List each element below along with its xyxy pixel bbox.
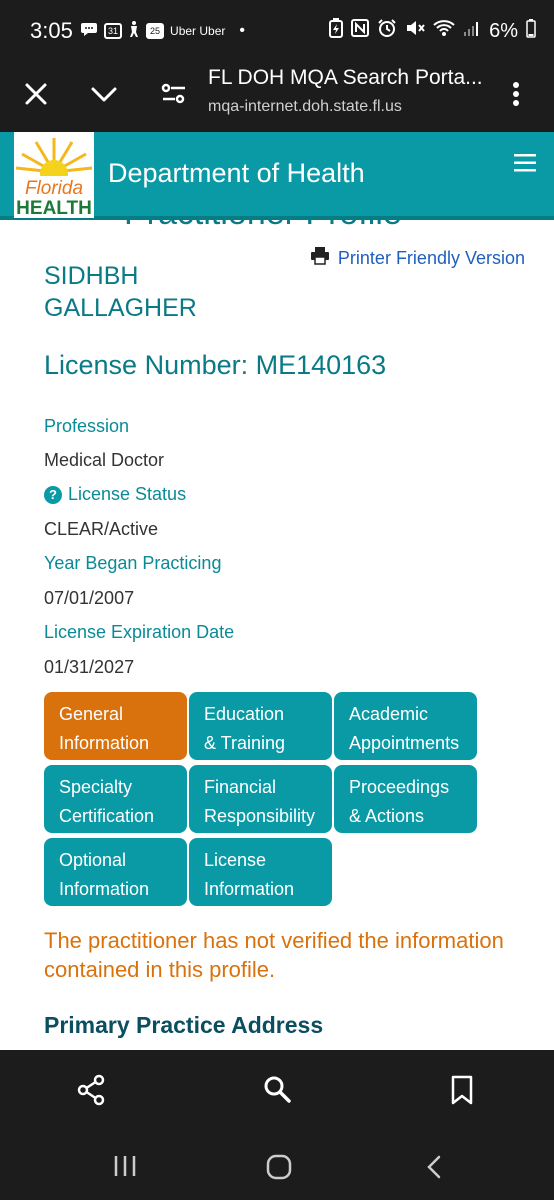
status-bar: 3:05 31 25 Uber Uber • 6% — [0, 0, 554, 58]
tab-optional-information[interactable]: Optional Information — [44, 838, 187, 906]
chat-icon — [80, 20, 98, 41]
tab-proceedings-actions[interactable]: Proceedings & Actions — [334, 765, 477, 833]
tab-line2: Information — [59, 733, 150, 753]
uber-notification: Uber Uber — [170, 23, 226, 38]
tab-line1: Proceedings — [349, 777, 450, 797]
printer-icon — [310, 246, 330, 271]
status-time: 3:05 — [30, 18, 73, 43]
signal-icon — [463, 19, 481, 43]
practitioner-name: SIDHBH GALLAGHER — [44, 260, 197, 324]
calendar-day-icon: 25 — [146, 22, 165, 39]
license-status-value: CLEAR/Active — [44, 519, 159, 539]
help-icon[interactable]: ? — [44, 486, 62, 505]
share-icon[interactable] — [76, 1074, 106, 1111]
tab-specialty-certification[interactable]: Specialty Certification — [44, 765, 187, 833]
notification-icons: 31 25 Uber Uber • — [80, 20, 245, 41]
department-title[interactable]: Department of Health — [108, 158, 365, 189]
nfc-icon — [351, 19, 370, 43]
calendar-icon: 31 — [104, 22, 123, 39]
tab-line1: Education — [204, 704, 285, 724]
system-icons: 6% — [329, 18, 536, 44]
tab-line2: Certification — [59, 806, 155, 826]
name-first: SIDHBH — [44, 262, 139, 290]
tab-line1: Optional — [59, 850, 127, 870]
chevron-down-icon[interactable] — [88, 78, 120, 110]
fitness-icon — [128, 20, 140, 41]
tab-line2: Information — [59, 879, 150, 899]
wifi-icon — [433, 19, 455, 43]
home-icon[interactable] — [266, 1154, 292, 1185]
primary-practice-address-heading: Primary Practice Address — [44, 1012, 324, 1038]
close-icon[interactable] — [20, 78, 52, 110]
tab-line1: Financial — [204, 777, 277, 797]
year-began-label: Year Began Practicing — [44, 553, 222, 573]
tab-line1: Academic — [349, 704, 429, 724]
battery-icon — [526, 18, 536, 44]
logo-text-health: HEALTH — [16, 198, 92, 218]
bookmark-icon[interactable] — [450, 1074, 474, 1111]
page-heading: Practitioner Profile — [124, 220, 402, 233]
hamburger-menu-icon[interactable] — [514, 154, 536, 177]
profile-content: Practitioner Profile Printer Friendly Ve… — [0, 220, 554, 1050]
battery-percent: 6% — [489, 19, 518, 42]
profession-value: Medical Doctor — [44, 450, 165, 470]
year-began-value: 07/01/2007 — [44, 588, 135, 608]
more-dot-icon: • — [239, 21, 245, 39]
mute-icon — [405, 18, 425, 44]
more-options-icon[interactable] — [508, 78, 540, 110]
profession-label: Profession — [44, 416, 130, 436]
system-navigation-bar — [0, 1130, 554, 1200]
page-url[interactable]: mqa-internet.doh.state.fl.us — [208, 98, 402, 116]
tab-line2: Information — [204, 879, 295, 899]
expiration-value: 01/31/2027 — [44, 657, 135, 677]
tab-line1: License — [204, 850, 267, 870]
tab-line1: Specialty — [59, 777, 133, 797]
verification-notice: The practitioner has not verified the in… — [44, 928, 504, 982]
license-status-label-text[interactable]: License Status — [68, 484, 186, 504]
tab-line1: General — [59, 704, 124, 724]
name-last: GALLAGHER — [44, 294, 197, 322]
browser-toolbar: FL DOH MQA Search Porta... mqa-internet.… — [0, 58, 554, 132]
printer-link-text[interactable]: Printer Friendly Version — [338, 248, 525, 269]
tab-education-training[interactable]: Education & Training — [189, 692, 332, 760]
tab-general-information[interactable]: General Information — [44, 692, 187, 760]
page-title: FL DOH MQA Search Porta... — [208, 66, 483, 89]
back-icon[interactable] — [424, 1154, 444, 1185]
tab-financial-responsibility[interactable]: Financial Responsibility — [189, 765, 332, 833]
recent-apps-icon[interactable] — [112, 1154, 138, 1183]
alarm-icon — [377, 18, 397, 44]
tab-line2: Responsibility — [204, 806, 316, 826]
license-status-label[interactable]: ? License Status — [44, 484, 186, 505]
expiration-label: License Expiration Date — [44, 622, 235, 642]
license-number: License Number: ME140163 — [44, 350, 387, 380]
florida-health-logo[interactable]: Florida HEALTH — [14, 132, 94, 219]
battery-saver-icon — [329, 18, 344, 44]
search-icon[interactable] — [262, 1074, 292, 1111]
printer-friendly-link[interactable]: Printer Friendly Version — [310, 246, 525, 271]
site-settings-icon[interactable] — [158, 78, 190, 110]
tab-academic-appointments[interactable]: Academic Appointments — [334, 692, 477, 760]
tab-license-information[interactable]: License Information — [189, 838, 332, 906]
tab-line2: & Actions — [349, 806, 425, 826]
browser-bottom-bar — [0, 1050, 554, 1130]
logo-text-florida: Florida — [25, 178, 83, 199]
tab-line2: Appointments — [349, 733, 460, 753]
tab-line2: & Training — [204, 733, 286, 753]
